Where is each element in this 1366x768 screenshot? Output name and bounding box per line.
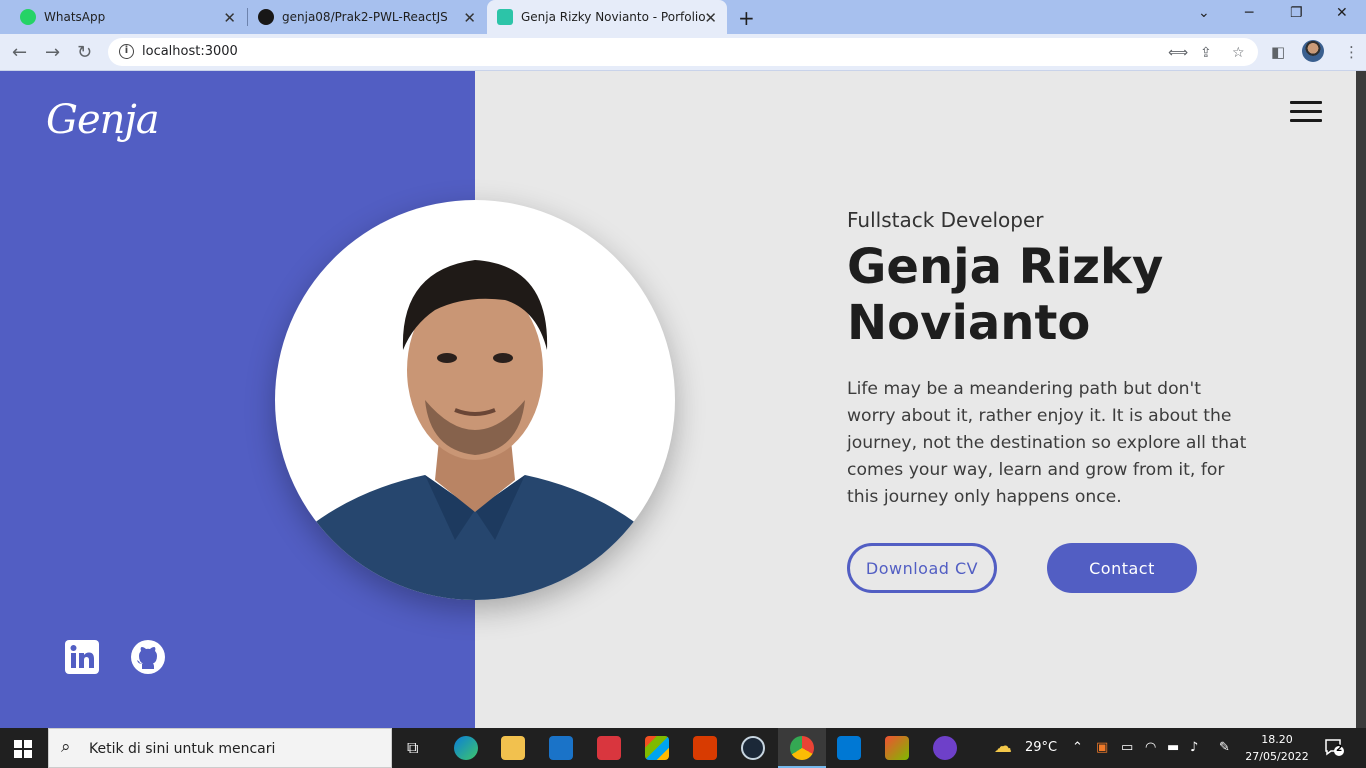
close-icon[interactable]: ✕ — [704, 9, 717, 27]
maximize-button[interactable]: ❐ — [1290, 5, 1303, 21]
store-icon[interactable] — [645, 736, 669, 760]
weather-temp[interactable]: 29°C — [1025, 740, 1057, 755]
clock-time: 18.20 — [1261, 733, 1293, 746]
volume-icon[interactable]: ♪ — [1190, 740, 1198, 755]
xampp-icon[interactable]: ▣ — [1096, 740, 1108, 755]
github-desktop-icon[interactable] — [933, 736, 957, 760]
download-cv-button[interactable]: Download CV — [847, 543, 997, 593]
tab-title: WhatsApp — [44, 10, 106, 24]
tab-portfolio[interactable]: Genja Rizky Novianto - Porfolio ✕ — [487, 0, 727, 34]
weather-icon[interactable]: ☁ — [994, 736, 1012, 757]
meet-now-icon[interactable]: ▭ — [1121, 740, 1133, 755]
git-icon[interactable] — [885, 736, 909, 760]
mail-icon[interactable] — [549, 736, 573, 760]
chrome-taskbar-item[interactable] — [778, 728, 826, 768]
translate-icon[interactable]: ⟺ — [1168, 45, 1188, 61]
profile-photo — [275, 200, 675, 600]
share-icon[interactable]: ⇪ — [1200, 45, 1212, 61]
page-scrollbar[interactable] — [1356, 71, 1366, 728]
taskbar-search[interactable]: ⌕ Ketik di sini untuk mencari — [48, 728, 392, 768]
vscode-icon[interactable] — [837, 736, 861, 760]
github-icon[interactable] — [130, 639, 166, 675]
office-icon[interactable] — [693, 736, 717, 760]
tab-search-icon[interactable]: ⌄ — [1198, 5, 1210, 21]
back-button[interactable]: ← — [12, 42, 27, 63]
linkedin-icon[interactable] — [64, 639, 100, 675]
system-clock[interactable]: 18.20 27/05/2022 — [1245, 731, 1309, 765]
task-view-icon[interactable]: ⧉ — [407, 738, 418, 758]
new-tab-button[interactable]: + — [738, 6, 755, 30]
tab-whatsapp[interactable]: WhatsApp ✕ — [0, 0, 246, 34]
whatsapp-icon — [20, 9, 36, 25]
hero-name: Genja Rizky Novianto — [847, 239, 1164, 351]
close-icon[interactable]: ✕ — [223, 9, 236, 27]
battery-icon[interactable]: ▬ — [1167, 740, 1179, 755]
forward-button[interactable]: → — [45, 42, 60, 63]
tab-title: Genja Rizky Novianto - Porfolio — [521, 10, 706, 24]
site-info-icon[interactable]: i — [119, 44, 134, 59]
windows-start-icon[interactable] — [14, 740, 32, 758]
notification-center-icon[interactable]: 2 — [1324, 737, 1344, 757]
clock-date: 27/05/2022 — [1245, 750, 1309, 763]
side-panel-icon[interactable]: ◧ — [1271, 43, 1285, 61]
portfolio-page: Genja Fullstack Developer Genja Rizky No… — [0, 71, 1356, 728]
close-window-button[interactable]: ✕ — [1336, 5, 1348, 21]
notification-count: 2 — [1336, 744, 1343, 754]
tab-github-repo[interactable]: genja08/Prak2-PWL-ReactJS ✕ — [248, 0, 486, 34]
site-logo[interactable]: Genja — [46, 97, 160, 143]
contact-button[interactable]: Contact — [1047, 543, 1197, 593]
wifi-icon[interactable]: ◠ — [1145, 740, 1156, 755]
minimize-button[interactable]: ─ — [1245, 5, 1253, 21]
close-icon[interactable]: ✕ — [463, 9, 476, 27]
pen-icon[interactable]: ✎ — [1219, 740, 1230, 755]
steam-icon[interactable] — [741, 736, 765, 760]
role-subtitle: Fullstack Developer — [847, 208, 1044, 232]
hero-description: Life may be a meandering path but don't … — [847, 379, 1247, 507]
more-menu-icon[interactable]: ⋮ — [1344, 43, 1359, 61]
search-placeholder: Ketik di sini untuk mencari — [89, 741, 276, 757]
file-explorer-icon[interactable] — [501, 736, 525, 760]
avatar[interactable] — [1302, 40, 1324, 62]
windows-taskbar: ⌕ Ketik di sini untuk mencari ⧉ ☁ 29°C ⌃… — [0, 728, 1366, 768]
url-bar[interactable]: i localhost:3000 ⟺ ⇪ ☆ — [108, 38, 1258, 66]
show-hidden-icons-icon[interactable]: ⌃ — [1072, 740, 1083, 755]
gift-icon[interactable] — [597, 736, 621, 760]
edge-icon[interactable] — [454, 736, 478, 760]
github-icon — [258, 9, 274, 25]
hamburger-menu-icon[interactable] — [1290, 101, 1322, 123]
chrome-icon — [790, 736, 814, 760]
bookmark-star-icon[interactable]: ☆ — [1232, 45, 1245, 61]
react-icon — [497, 9, 513, 25]
browser-tab-bar: WhatsApp ✕ genja08/Prak2-PWL-ReactJS ✕ G… — [0, 0, 1366, 34]
reload-button[interactable]: ↻ — [77, 42, 92, 63]
search-icon: ⌕ — [61, 737, 71, 757]
tab-title: genja08/Prak2-PWL-ReactJS — [282, 10, 448, 24]
address-toolbar: ← → ↻ i localhost:3000 ⟺ ⇪ ☆ ◧ ⋮ — [0, 34, 1366, 71]
url-text[interactable]: localhost:3000 — [142, 44, 238, 59]
